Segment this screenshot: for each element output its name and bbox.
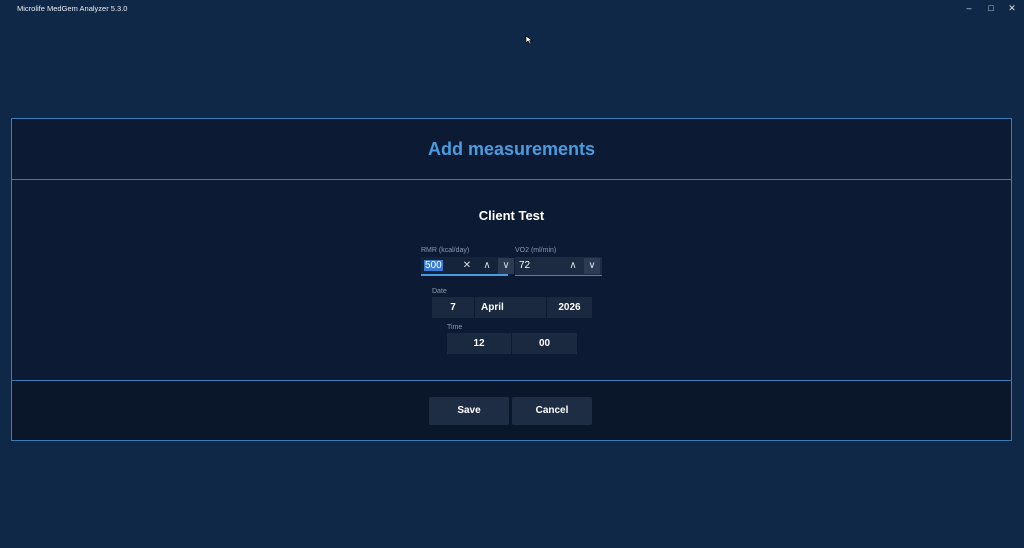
rmr-down-icon[interactable]: ∨ [498,258,514,274]
vo2-down-icon[interactable]: ∨ [584,258,600,274]
clear-icon[interactable]: ✕ [459,258,475,274]
date-month[interactable]: April [475,297,547,318]
vo2-value: 72 [519,260,531,271]
rmr-up-icon[interactable]: ∧ [479,258,495,274]
date-picker[interactable]: 7 April 2026 [432,297,592,318]
date-year[interactable]: 2026 [547,297,592,318]
time-label: Time [447,324,463,331]
app-title: Microlife MedGem Analyzer 5.3.0 [17,4,128,13]
time-minute[interactable]: 00 [512,333,577,354]
client-name: Client Test [478,208,545,223]
date-day[interactable]: 7 [432,297,475,318]
maximize-button[interactable]: □ [984,2,998,14]
vo2-input[interactable]: 72 ∧ ∨ [515,257,602,276]
dialog-header: Add measurements [12,119,1011,180]
add-measurements-dialog: Add measurements Client Test RMR (kcal/d… [11,118,1012,441]
rmr-label: RMR (kcal/day) [421,247,470,254]
vo2-up-icon[interactable]: ∧ [565,258,581,274]
mouse-cursor-icon [525,35,533,45]
title-bar: Microlife MedGem Analyzer 5.3.0 – □ ✕ [0,0,1024,17]
date-label: Date [432,288,447,295]
close-button[interactable]: ✕ [1005,2,1019,14]
cancel-button[interactable]: Cancel [512,397,592,425]
vo2-label: VO2 (ml/min) [515,247,557,254]
dialog-title: Add measurements [427,139,596,159]
save-button[interactable]: Save [429,397,509,425]
time-picker[interactable]: 12 00 [447,333,577,354]
minimize-button[interactable]: – [962,2,976,14]
dialog-footer: Save Cancel [12,381,1011,440]
time-hour[interactable]: 12 [447,333,512,354]
dialog-body: Client Test RMR (kcal/day) 500 ✕ ∧ ∨ VO2… [12,180,1011,381]
rmr-input[interactable]: 500 ✕ ∧ ∨ [421,257,514,276]
rmr-value: 500 [424,260,443,271]
